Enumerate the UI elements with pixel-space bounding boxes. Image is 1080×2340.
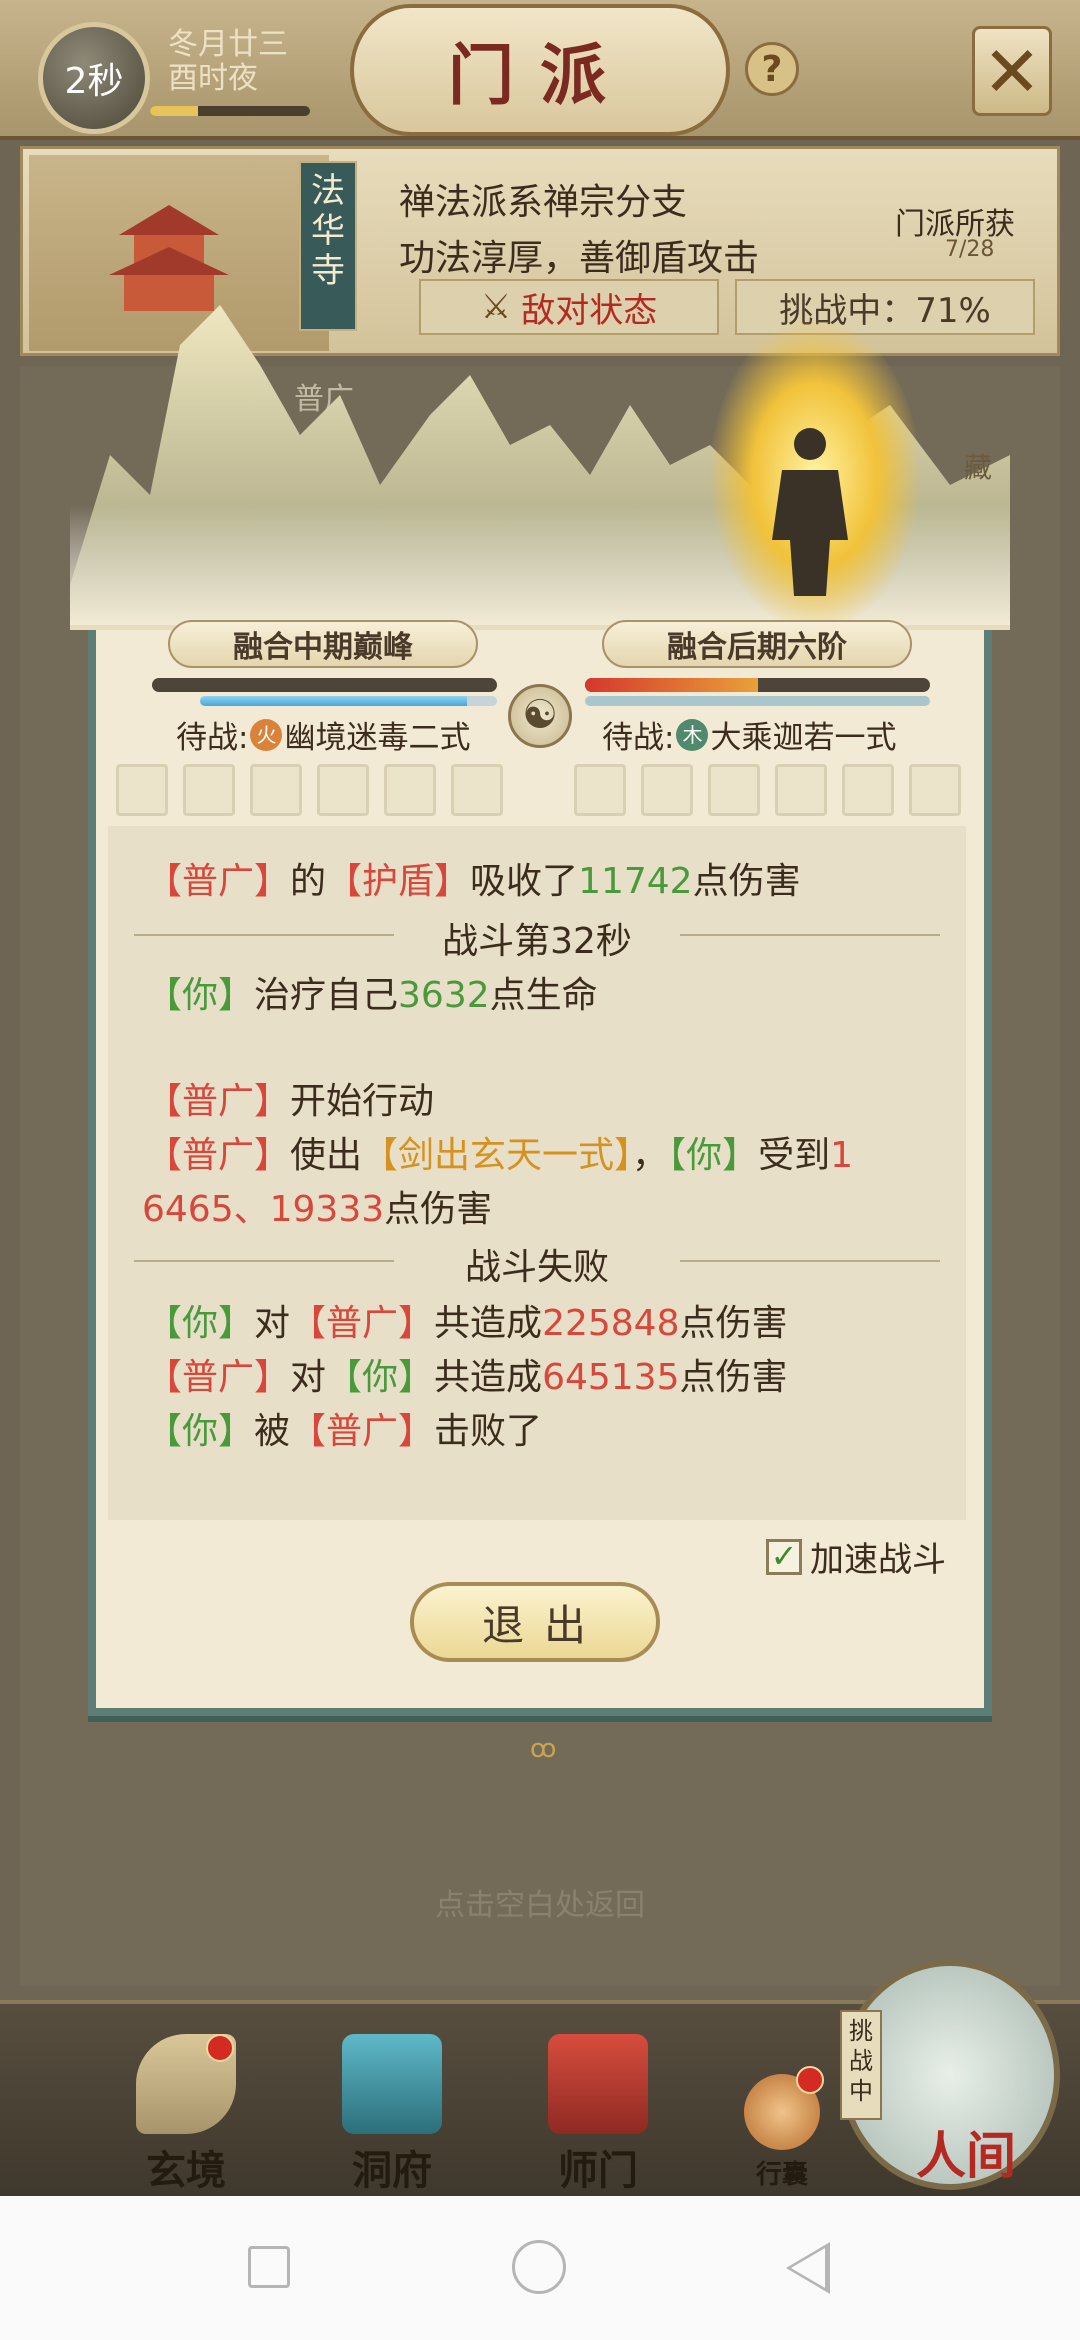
player-hp-bar — [152, 678, 497, 692]
exit-button[interactable]: 退出 — [410, 1582, 660, 1662]
recent-apps-icon[interactable] — [248, 2246, 290, 2288]
nav-label: 洞府 — [352, 2147, 432, 2194]
player-pending-skill: 待战: 火 幽境迷毒二式 — [176, 712, 470, 757]
nav-dongfu[interactable]: 洞府 — [322, 2034, 462, 2194]
pavilion-icon — [342, 2034, 442, 2134]
log-line: 6465、19333点伤害 — [142, 1189, 493, 1230]
buff-slot — [116, 764, 168, 816]
log-line: 【普广】开始行动 — [146, 1081, 435, 1122]
pending-label: 待战: — [176, 720, 249, 756]
back-icon[interactable] — [786, 2242, 830, 2294]
time-progress-bar — [150, 106, 310, 116]
system-nav-bar — [0, 2196, 1080, 2340]
nav-xuanjing[interactable]: 玄境 — [116, 2034, 256, 2194]
buff-slot — [708, 764, 760, 816]
nav-label: 玄境 — [146, 2147, 226, 2194]
player-realm: 融合中期巅峰 — [168, 620, 478, 668]
battle-log[interactable]: 【普广】的【护盾】吸收了11742点伤害 战斗第32秒 【你】治疗自己3632点… — [108, 826, 966, 1520]
log-divider: 战斗失败 — [134, 1240, 940, 1288]
pending-skill-name: 幽境迷毒二式 — [284, 720, 471, 756]
enemy-warrior-icon — [772, 428, 848, 596]
enemy-buff-slots — [574, 764, 961, 816]
buff-slot — [183, 764, 235, 816]
log-line: 【你】治疗自己3632点生命 — [146, 975, 598, 1016]
buff-slot — [641, 764, 693, 816]
enemy-mp-bar — [585, 696, 930, 706]
buff-slot — [451, 764, 503, 816]
log-line: 【你】对【普广】共造成225848点伤害 — [146, 1303, 788, 1344]
background-hint: 点击空白处返回 — [435, 1888, 645, 1923]
nav-shimen[interactable]: 师门 — [528, 2034, 668, 2194]
checkbox-checked-icon[interactable]: ✓ — [766, 1538, 802, 1575]
buff-slot — [317, 764, 369, 816]
notification-dot — [206, 2034, 234, 2062]
log-line: 【普广】的【护盾】吸收了11742点伤害 — [146, 861, 801, 902]
sect-loot-count: 7/28 — [945, 237, 995, 262]
close-button[interactable]: ✕ — [972, 26, 1052, 116]
speed-up-toggle[interactable]: ✓ 加速战斗 — [766, 1532, 946, 1581]
buff-slot — [574, 764, 626, 816]
date-line-2: 酉时夜 — [168, 61, 258, 96]
help-button[interactable]: ? — [745, 42, 799, 96]
banner-icon — [548, 2034, 648, 2134]
date-line-1: 冬月廿三 — [168, 27, 288, 62]
fire-element-icon: 火 — [250, 718, 283, 751]
enemy-name-faded: 普广 — [294, 382, 354, 417]
enemy-realm: 融合后期六阶 — [602, 620, 912, 668]
notification-dot — [796, 2066, 824, 2094]
game-date: 冬月廿三 酉时夜 — [168, 28, 288, 96]
title-plate: 门派 — [350, 4, 730, 136]
log-line: 【你】被【普广】击败了 — [146, 1411, 543, 1452]
pending-skill-name: 大乘迦若一式 — [710, 720, 897, 756]
home-icon[interactable] — [512, 2240, 566, 2294]
buff-slot — [384, 764, 436, 816]
top-bar: 2秒 冬月廿三 酉时夜 门派 ? ✕ — [0, 0, 1080, 140]
buff-slot — [250, 764, 302, 816]
buff-slot — [775, 764, 827, 816]
timer-badge: 2秒 — [38, 22, 150, 134]
close-icon: ✕ — [982, 31, 1042, 113]
side-label: 藏 — [964, 451, 993, 484]
sect-description-1: 禅法派系禅宗分支 — [399, 182, 688, 223]
page-title: 门派 — [448, 36, 632, 114]
sect-description-2: 功法淳厚，善御盾攻击 — [399, 238, 760, 279]
player-mp-bar — [200, 696, 497, 706]
log-line: 【普广】对【你】共造成645135点伤害 — [146, 1357, 788, 1398]
taiji-icon: ☯ — [508, 684, 572, 748]
nav-label: 人间 — [916, 2126, 1016, 2185]
enemy-pending-skill: 待战: 木 大乘迦若一式 — [602, 712, 896, 757]
pending-label: 待战: — [602, 720, 675, 756]
wood-element-icon: 木 — [676, 718, 709, 751]
nav-label: 行囊 — [755, 2160, 808, 2190]
buff-slot — [842, 764, 894, 816]
challenge-tag: 挑战中 — [840, 2010, 882, 2120]
scroll-pin-icon: ꝏ — [530, 1734, 557, 1764]
buff-slot — [909, 764, 961, 816]
log-line: 【普广】使出【剑出玄天一式】，【你】受到1 — [146, 1135, 853, 1176]
speed-up-label: 加速战斗 — [810, 1540, 946, 1580]
player-buff-slots — [116, 764, 503, 816]
enemy-hp-bar — [585, 678, 930, 692]
log-divider: 战斗第32秒 — [134, 914, 940, 962]
nav-label: 师门 — [558, 2147, 638, 2194]
